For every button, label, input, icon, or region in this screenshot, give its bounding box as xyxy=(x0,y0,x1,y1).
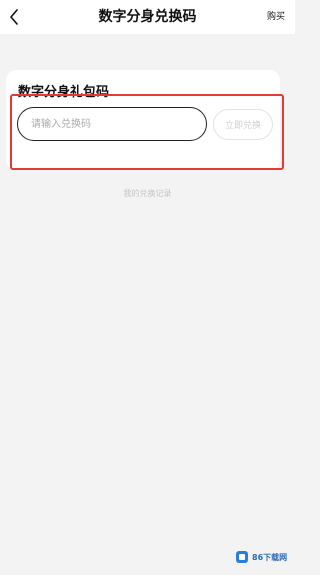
navigation-bar: 数字分身兑换码 购买 xyxy=(0,0,295,34)
watermark-logo xyxy=(236,551,248,563)
watermark-text: 86下载网 xyxy=(252,552,288,562)
highlight-frame xyxy=(10,94,284,170)
page-title: 数字分身兑换码 xyxy=(98,9,197,25)
redeem-history-link[interactable]: 我的兑换记录 xyxy=(0,188,295,199)
buy-button[interactable]: 购买 xyxy=(267,0,285,34)
watermark: 86下载网 xyxy=(235,547,291,567)
